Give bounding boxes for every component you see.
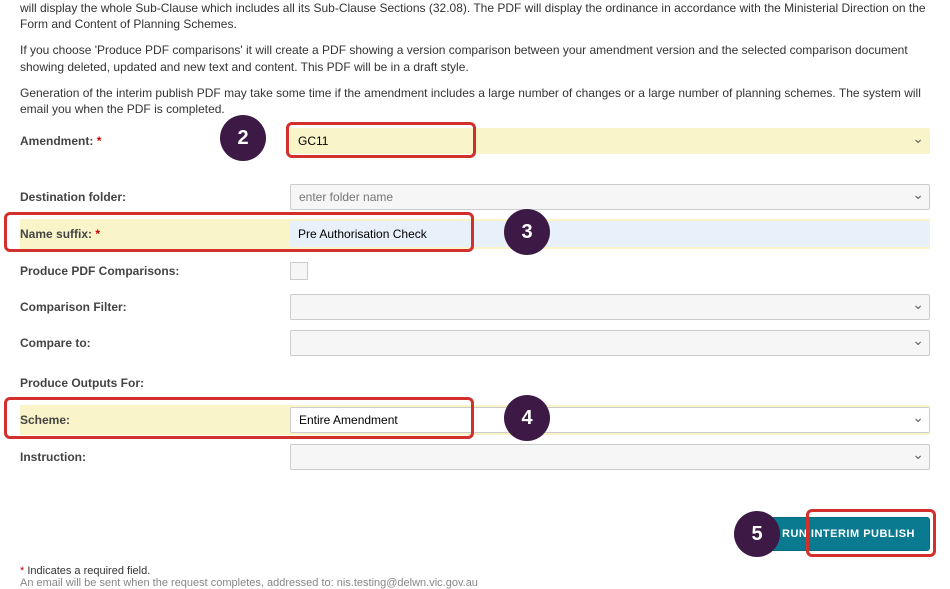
- page-container: will display the whole Sub-Clause which …: [20, 0, 930, 589]
- cell-compare-to: [290, 330, 930, 356]
- row-scheme: Scheme: 4: [20, 405, 930, 435]
- name-suffix-input[interactable]: [290, 221, 930, 247]
- cell-produce-pdf: [290, 262, 930, 280]
- intro-paragraph-3: Generation of the interim publish PDF ma…: [20, 85, 930, 117]
- label-scheme: Scheme:: [20, 408, 290, 432]
- row-instruction: Instruction:: [20, 443, 930, 471]
- run-interim-publish-button[interactable]: RUN INTERIM PUBLISH: [767, 517, 930, 551]
- footer: * Indicates a required field. An email w…: [20, 565, 930, 589]
- compare-to-select[interactable]: [290, 330, 930, 356]
- label-comparison-filter: Comparison Filter:: [20, 295, 290, 319]
- cell-comparison-filter: [290, 294, 930, 320]
- row-destination-folder: Destination folder:: [20, 183, 930, 211]
- cell-amendment: [290, 128, 930, 154]
- cell-destination-folder: [290, 184, 930, 210]
- label-destination-folder: Destination folder:: [20, 185, 290, 209]
- intro-paragraph-1: will display the whole Sub-Clause which …: [20, 0, 930, 32]
- row-compare-to: Compare to:: [20, 329, 930, 357]
- row-produce-outputs: Produce Outputs For:: [20, 369, 930, 397]
- intro-paragraph-2: If you choose 'Produce PDF comparisons' …: [20, 42, 930, 74]
- required-marker: *: [97, 134, 102, 148]
- label-produce-outputs: Produce Outputs For:: [20, 371, 290, 395]
- row-amendment: Amendment: * 2: [20, 127, 930, 155]
- cell-name-suffix: [290, 221, 930, 247]
- label-instruction: Instruction:: [20, 445, 290, 469]
- scheme-select[interactable]: [290, 407, 930, 433]
- cell-scheme: [290, 407, 930, 433]
- destination-folder-input[interactable]: [290, 184, 930, 210]
- step-circle-2: 2: [220, 115, 266, 161]
- amendment-select[interactable]: [290, 128, 930, 154]
- label-name-suffix: Name suffix: *: [20, 222, 290, 246]
- action-row: RUN INTERIM PUBLISH 5: [20, 491, 930, 561]
- step-circle-5: 5: [734, 511, 780, 557]
- step-circle-3: 3: [504, 209, 550, 255]
- row-produce-pdf: Produce PDF Comparisons:: [20, 257, 930, 285]
- row-name-suffix: Name suffix: * 3: [20, 219, 930, 249]
- footer-email-note: An email will be sent when the request c…: [20, 577, 930, 589]
- step-circle-4: 4: [504, 395, 550, 441]
- label-produce-pdf: Produce PDF Comparisons:: [20, 259, 290, 283]
- required-marker: *: [95, 227, 100, 241]
- comparison-filter-select[interactable]: [290, 294, 930, 320]
- produce-pdf-checkbox[interactable]: [290, 262, 308, 280]
- instruction-select[interactable]: [290, 444, 930, 470]
- row-comparison-filter: Comparison Filter:: [20, 293, 930, 321]
- cell-instruction: [290, 444, 930, 470]
- required-asterisk: *: [20, 565, 24, 577]
- footer-required-text: Indicates a required field.: [27, 565, 150, 577]
- label-compare-to: Compare to:: [20, 331, 290, 355]
